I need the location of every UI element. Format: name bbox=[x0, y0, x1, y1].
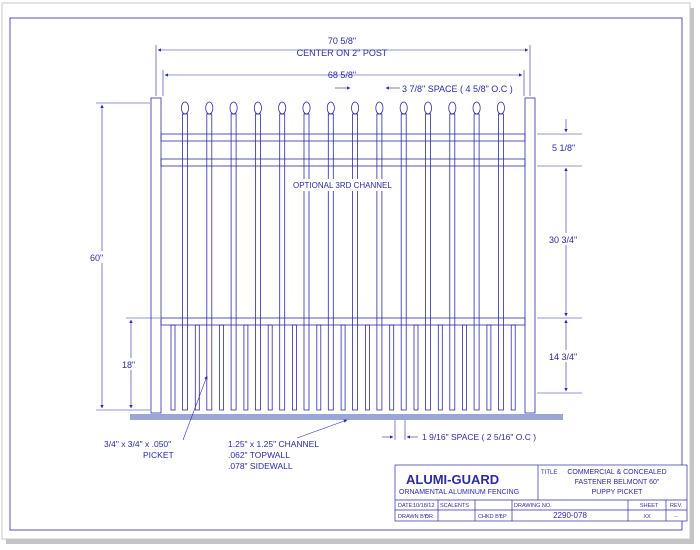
picket-space-label: 3 7/8" SPACE ( 4 5/8" O.C ) bbox=[402, 84, 513, 94]
picket-note: PICKET bbox=[143, 450, 174, 460]
fence-drawing-sheet: 70 5/8" CENTER ON 2" POST 68 5/8" 3 7/8"… bbox=[1, 2, 694, 544]
ground-line bbox=[130, 414, 563, 420]
scale-value: NTS bbox=[458, 503, 469, 509]
inner-width-label: 68 5/8" bbox=[328, 70, 356, 80]
overall-width-label: 70 5/8" bbox=[328, 36, 356, 46]
title-label: TITLE bbox=[541, 470, 557, 476]
title-line-1: COMMERCIAL & CONCEALED bbox=[567, 469, 666, 476]
puppy-space-label: 1 9/16" SPACE ( 2 5/16" O.C ) bbox=[422, 432, 536, 442]
drawing-no-value: 2290-078 bbox=[553, 511, 587, 520]
title-line-2: FASTENER BELMONT 60" bbox=[575, 479, 660, 486]
picket-size-note: 3/4" x 3/4" x .050" bbox=[104, 439, 171, 449]
date-label: DATE: bbox=[398, 503, 414, 509]
bottom-height-label: 18" bbox=[122, 360, 135, 370]
company-name: ALUMI-GUARD bbox=[406, 472, 499, 487]
drawing-no-label: DRAWING NO. bbox=[514, 503, 552, 509]
company-subtitle: ORNAMENTAL ALUMINUM FENCING bbox=[399, 489, 519, 496]
topwall-note: .062" TOPWALL bbox=[228, 450, 290, 460]
rev-label: REV. bbox=[670, 503, 683, 509]
drawn-by-value: DR bbox=[425, 514, 433, 520]
lower-section-label: 14 3/4" bbox=[549, 352, 577, 362]
sheet-paper bbox=[1, 2, 691, 540]
overall-width-note: CENTER ON 2" POST bbox=[297, 48, 388, 58]
top-section-label: 5 1/8" bbox=[552, 143, 575, 153]
title-line-3: PUPPY PICKET bbox=[592, 489, 644, 496]
rev-value: -- bbox=[674, 514, 678, 520]
total-height-label: 60" bbox=[90, 253, 103, 263]
sidewall-note: .078" SIDEWALL bbox=[228, 461, 293, 471]
date-value: 10/18/12 bbox=[413, 503, 434, 509]
middle-section-label: 30 3/4" bbox=[549, 235, 577, 245]
sheet-value: XX bbox=[643, 514, 651, 520]
optional-channel-note: OPTIONAL 3RD CHANNEL bbox=[293, 181, 392, 190]
channel-size-note: 1.25" x 1.25" CHANNEL bbox=[228, 439, 319, 449]
sheet-label: SHEET bbox=[640, 503, 659, 509]
chkd-by-value: LP bbox=[500, 514, 507, 520]
